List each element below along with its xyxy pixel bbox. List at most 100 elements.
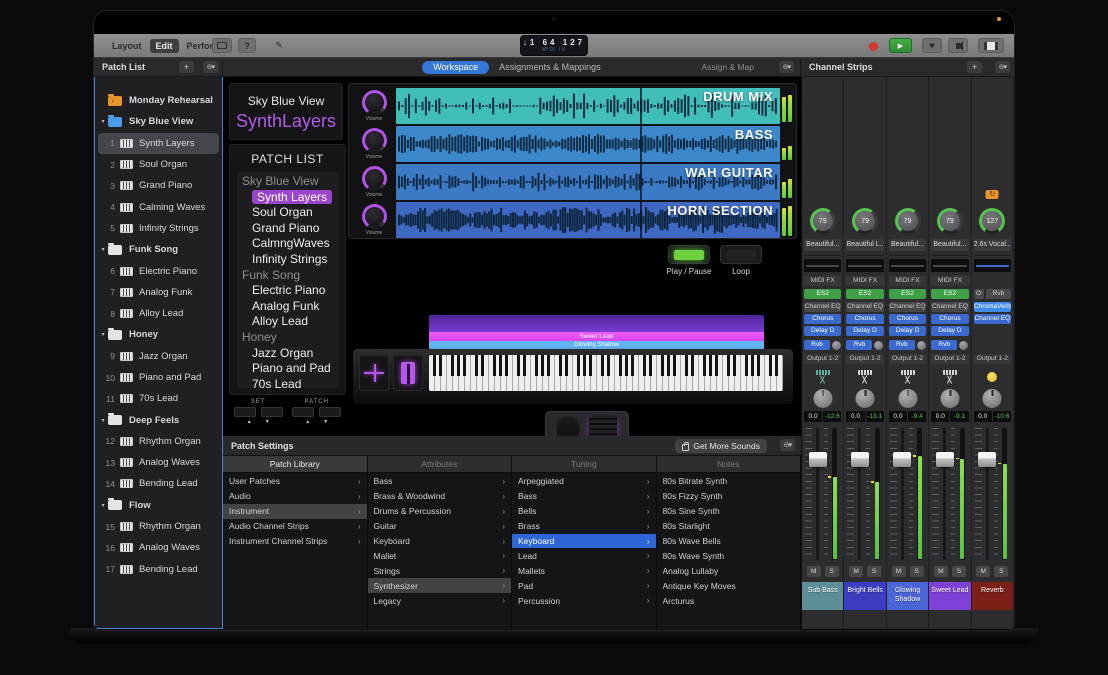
mini-button-rvb[interactable]: Rvb <box>986 289 1011 299</box>
mode-button-layout[interactable]: Layout <box>106 39 148 53</box>
library-item-80s-wave-synth[interactable]: 80s Wave Synth <box>657 548 801 563</box>
sidebar-item-calming-waves[interactable]: 4Calming Waves <box>98 196 219 217</box>
send-slot-rvb[interactable]: Rvb <box>804 340 830 350</box>
midi-fx-slot[interactable]: MIDI FX <box>846 276 883 286</box>
add-patch-button[interactable]: + <box>179 61 194 73</box>
patch-entry-calmngwaves[interactable]: CalmngWaves <box>237 236 338 252</box>
sidebar-item-honey[interactable]: ▾Honey <box>98 324 219 345</box>
library-item-percussion[interactable]: Percussion› <box>512 593 656 608</box>
sidebar-item-flow[interactable]: ▾Flow <box>98 495 219 516</box>
disclosure-icon[interactable]: ▾ <box>98 246 108 253</box>
strip-setting-button[interactable]: Beautiful... <box>931 239 968 251</box>
track-waveform[interactable]: HORN SECTION <box>396 202 780 238</box>
fx-slot-delay-d[interactable]: Delay D <box>931 326 968 336</box>
sidebar-item-analog-funk[interactable]: 7Analog Funk <box>98 282 219 303</box>
output-slot[interactable]: Output 1-2 <box>846 354 883 364</box>
volume-fader[interactable] <box>936 452 954 467</box>
solo-button[interactable]: S <box>867 566 881 577</box>
mode-button-edit[interactable]: Edit <box>150 39 179 53</box>
midi-fx-slot[interactable]: MIDI FX <box>889 276 926 286</box>
patch-entry-infinity-strings[interactable]: Infinity Strings <box>237 252 338 268</box>
layer-sweet-lead[interactable]: Sweet Lead <box>429 332 764 341</box>
library-item-brass[interactable]: Brass› <box>512 519 656 534</box>
solo-button[interactable]: S <box>994 566 1008 577</box>
library-item-80s-fizzy-synth[interactable]: 80s Fizzy Synth <box>657 489 801 504</box>
send-knob[interactable] <box>832 341 841 350</box>
strip-setting-button[interactable]: Beautiful... <box>889 239 926 251</box>
patch-settings-tab-attributes[interactable]: Attributes <box>368 456 513 472</box>
patch-settings-tab-patch-library[interactable]: Patch Library <box>223 456 368 472</box>
volume-fader[interactable] <box>978 452 996 467</box>
output-slot[interactable]: Output 1-2 <box>974 354 1011 364</box>
library-item-instrument-channel-strips[interactable]: Instrument Channel Strips› <box>223 534 367 549</box>
sidebar-item-funk-song[interactable]: ▾Funk Song <box>98 239 219 260</box>
strip-setting-button[interactable]: Beautiful... <box>804 239 841 251</box>
fx-slot-channel-eq[interactable]: Channel EQ <box>931 302 968 312</box>
sidebar-item-bending-lead[interactable]: 14Bending Lead <box>98 473 219 494</box>
volume-fader[interactable] <box>809 452 827 467</box>
library-item-mallets[interactable]: Mallets› <box>512 563 656 578</box>
disclosure-icon[interactable]: ▾ <box>98 331 108 338</box>
fx-slot-chorus[interactable]: Chorus <box>846 314 883 324</box>
patch-settings-tab-notes[interactable]: Notes <box>657 456 802 472</box>
library-item-synthesizer[interactable]: Synthesizer› <box>368 578 512 593</box>
library-item-keyboard[interactable]: Keyboard› <box>512 534 656 549</box>
library-item-keyboard[interactable]: Keyboard› <box>368 534 512 549</box>
assign-map-button[interactable]: Assign & Map <box>702 62 754 72</box>
send-slot-rvb[interactable]: Rvb <box>889 340 915 350</box>
sidebar-item-sky-blue-view[interactable]: ▾Sky Blue View <box>98 111 219 132</box>
fx-slot-delay-d[interactable]: Delay D <box>889 326 926 336</box>
help-button[interactable]: ? <box>238 38 256 53</box>
edit-mode-button[interactable]: ✎ <box>270 38 288 53</box>
library-item-brass-woodwind[interactable]: Brass & Woodwind› <box>368 489 512 504</box>
library-item-strings[interactable]: Strings› <box>368 563 512 578</box>
patch-entry-grand-piano[interactable]: Grand Piano <box>237 221 338 237</box>
patch-down-button[interactable] <box>319 407 341 417</box>
library-item-pad[interactable]: Pad› <box>512 578 656 593</box>
instrument-slot[interactable]: ES2 <box>889 289 926 299</box>
disclosure-icon[interactable]: ▾ <box>98 118 108 125</box>
patch-entry-jazz-organ[interactable]: Jazz Organ <box>237 346 338 362</box>
fx-slot-channel-eq[interactable]: Channel EQ <box>804 302 841 312</box>
fx-slot-chromaverb[interactable]: ChromaVerb <box>974 302 1011 312</box>
pan-knob[interactable] <box>940 389 959 408</box>
patch-entry-alloy-lead[interactable]: Alloy Lead <box>237 314 338 330</box>
instrument-slot[interactable]: ES2 <box>846 289 883 299</box>
sidebar-item-alloy-lead[interactable]: 8Alloy Lead <box>98 303 219 324</box>
solo-button[interactable]: S <box>910 566 924 577</box>
fx-slot-channel-eq[interactable]: Channel EQ <box>889 302 926 312</box>
master-volume-button[interactable] <box>948 38 968 53</box>
disclosure-icon[interactable]: ▾ <box>98 502 108 509</box>
patch-entry-synth-layers[interactable]: Synth Layers <box>237 190 338 206</box>
sidebar-item-soul-organ[interactable]: 2Soul Organ <box>98 154 219 175</box>
patch-list-action-menu[interactable]: ⊖▾ <box>203 61 218 73</box>
strip-name-plate[interactable]: Sub Bass <box>802 582 843 610</box>
fx-slot-chorus[interactable]: Chorus <box>804 314 841 324</box>
patch-entry-electric-piano[interactable]: Electric Piano <box>237 283 338 299</box>
track-waveform[interactable]: BASS <box>396 126 780 162</box>
sidebar-item-deep-feels[interactable]: ▾Deep Feels <box>98 409 219 430</box>
output-slot[interactable]: Output 1-2 <box>931 354 968 364</box>
library-item-arcturus[interactable]: Arcturus <box>657 593 801 608</box>
patch-entry-funk-song[interactable]: Funk Song <box>237 268 338 284</box>
strip-name-plate[interactable]: Bright Bells <box>844 582 885 610</box>
sidebar-item-analog-waves[interactable]: 13Analog Waves <box>98 452 219 473</box>
send-knob[interactable] <box>917 341 926 350</box>
sidebar-item-rhythm-organ[interactable]: 12Rhythm Organ <box>98 431 219 452</box>
tab-assignments-mappings[interactable]: Assignments & Mappings <box>499 62 601 72</box>
strip-level-knob[interactable]: 79 <box>810 208 836 234</box>
sidebar-item-synth-layers[interactable]: 1Synth Layers <box>98 133 219 154</box>
metronome-button[interactable] <box>922 38 942 53</box>
pan-knob[interactable] <box>856 389 875 408</box>
strip-level-knob[interactable]: 79 <box>852 208 878 234</box>
library-item-analog-lullaby[interactable]: Analog Lullaby <box>657 563 801 578</box>
mute-button[interactable]: M <box>934 566 948 577</box>
play-pause-button[interactable] <box>668 245 710 264</box>
library-item-bells[interactable]: Bells› <box>512 504 656 519</box>
layer-glowing-shadow[interactable]: Glowing Shadow <box>429 341 764 349</box>
library-item-bass[interactable]: Bass› <box>512 489 656 504</box>
patch-entry-sky-blue-view[interactable]: Sky Blue View <box>237 174 338 190</box>
library-item-instrument[interactable]: Instrument› <box>223 504 367 519</box>
track-waveform[interactable]: DRUM MIX <box>396 88 780 124</box>
output-slot[interactable]: Output 1-2 <box>889 354 926 364</box>
